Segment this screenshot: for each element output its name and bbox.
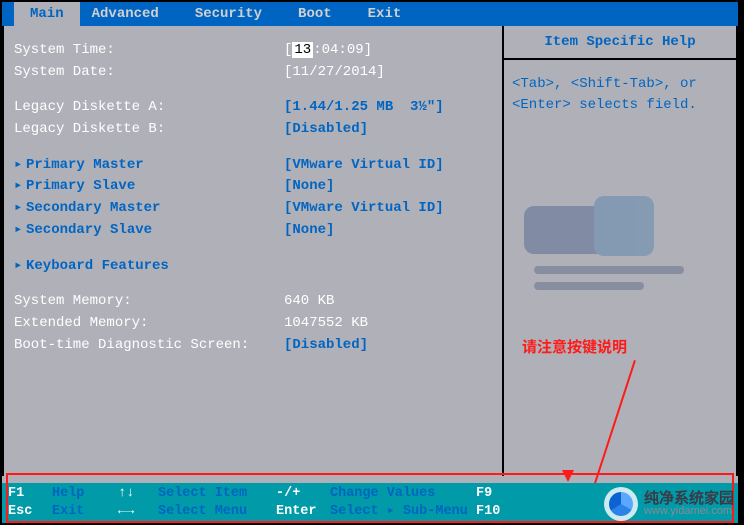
submenu-secondary-slave[interactable]: ▸ Secondary Slave [None] [14, 220, 494, 242]
legacy-a-label: Legacy Diskette A: [14, 97, 284, 119]
system-memory-value: 640 KB [284, 291, 334, 313]
key-f1: F1 [8, 485, 52, 503]
key-plusminus: -/+ [276, 485, 330, 503]
bios-root: Main Advanced Security Boot Exit System … [0, 0, 740, 525]
system-date-label: System Date: [14, 62, 284, 84]
extended-memory-value: 1047552 KB [284, 313, 368, 335]
legacy-a-value[interactable]: [1.44/1.25 MB 3½"] [284, 97, 444, 119]
tab-main[interactable]: Main [14, 2, 80, 26]
field-extended-memory: Extended Memory: 1047552 KB [14, 313, 494, 335]
site-brand: 纯净系统家园 www.yidamei.com [604, 487, 734, 521]
triangle-right-icon: ▸ [14, 198, 26, 220]
key-help: Help [52, 485, 118, 503]
brand-logo-icon [604, 487, 638, 521]
key-select-submenu: Select ▸ Sub-Menu [330, 503, 476, 521]
primary-slave-value: [None] [284, 176, 334, 198]
field-boot-diag[interactable]: Boot-time Diagnostic Screen: [Disabled] [14, 335, 494, 357]
key-select-menu: Select Menu [158, 503, 276, 521]
key-updown: ↑↓ [118, 485, 158, 503]
triangle-right-icon: ▸ [14, 155, 26, 177]
primary-master-label: Primary Master [26, 155, 284, 177]
key-select-item: Select Item [158, 485, 276, 503]
triangle-right-icon: ▸ [14, 256, 26, 278]
field-legacy-b[interactable]: Legacy Diskette B: [Disabled] [14, 119, 494, 141]
key-esc: Esc [8, 503, 52, 521]
submenu-primary-slave[interactable]: ▸ Primary Slave [None] [14, 176, 494, 198]
system-date-value[interactable]: [11/27/2014] [284, 62, 385, 84]
key-f9: F9 [476, 485, 516, 503]
tab-bar: Main Advanced Security Boot Exit [2, 2, 738, 26]
primary-master-value: [VMware Virtual ID] [284, 155, 444, 177]
system-memory-label: System Memory: [14, 291, 284, 313]
legacy-b-label: Legacy Diskette B: [14, 119, 284, 141]
tab-boot[interactable]: Boot [286, 2, 356, 26]
help-panel: Item Specific Help <Tab>, <Shift-Tab>, o… [504, 26, 738, 476]
brand-url: www.yidamei.com [644, 506, 734, 517]
secondary-slave-label: Secondary Slave [26, 220, 284, 242]
tab-security[interactable]: Security [183, 2, 286, 26]
content-row: System Time: [13:04:09] System Date: [11… [2, 26, 738, 476]
keyboard-features-label: Keyboard Features [26, 256, 284, 278]
key-leftright: ←→ [118, 503, 158, 521]
system-time-label: System Time: [14, 40, 284, 62]
field-system-time[interactable]: System Time: [13:04:09] [14, 40, 494, 62]
field-system-date[interactable]: System Date: [11/27/2014] [14, 62, 494, 84]
legacy-b-value[interactable]: [Disabled] [284, 119, 368, 141]
triangle-right-icon: ▸ [14, 220, 26, 242]
field-system-memory: System Memory: 640 KB [14, 291, 494, 313]
key-exit: Exit [52, 503, 118, 521]
system-time-value[interactable]: [13:04:09] [284, 40, 372, 62]
submenu-secondary-master[interactable]: ▸ Secondary Master [VMware Virtual ID] [14, 198, 494, 220]
annotation-text: 请注意按键说明 [522, 336, 627, 357]
field-legacy-a[interactable]: Legacy Diskette A: [1.44/1.25 MB 3½"] [14, 97, 494, 119]
submenu-primary-master[interactable]: ▸ Primary Master [VMware Virtual ID] [14, 155, 494, 177]
boot-diag-label: Boot-time Diagnostic Screen: [14, 335, 284, 357]
key-enter: Enter [276, 503, 330, 521]
extended-memory-label: Extended Memory: [14, 313, 284, 335]
key-change-values: Change Values [330, 485, 476, 503]
secondary-slave-value: [None] [284, 220, 334, 242]
primary-slave-label: Primary Slave [26, 176, 284, 198]
brand-name: 纯净系统家园 [644, 491, 734, 506]
watermark-graphic [524, 196, 714, 306]
system-time-hour-selected[interactable]: 13 [292, 42, 313, 58]
secondary-master-label: Secondary Master [26, 198, 284, 220]
tab-advanced[interactable]: Advanced [80, 2, 183, 26]
key-f10: F10 [476, 503, 516, 521]
help-title: Item Specific Help [504, 26, 736, 60]
submenu-keyboard-features[interactable]: ▸ Keyboard Features [14, 256, 494, 278]
boot-diag-value[interactable]: [Disabled] [284, 335, 368, 357]
main-panel: System Time: [13:04:09] System Date: [11… [2, 26, 504, 476]
triangle-right-icon: ▸ [14, 176, 26, 198]
secondary-master-value: [VMware Virtual ID] [284, 198, 444, 220]
help-body: <Tab>, <Shift-Tab>, or <Enter> selects f… [504, 60, 736, 130]
tab-exit[interactable]: Exit [356, 2, 426, 26]
